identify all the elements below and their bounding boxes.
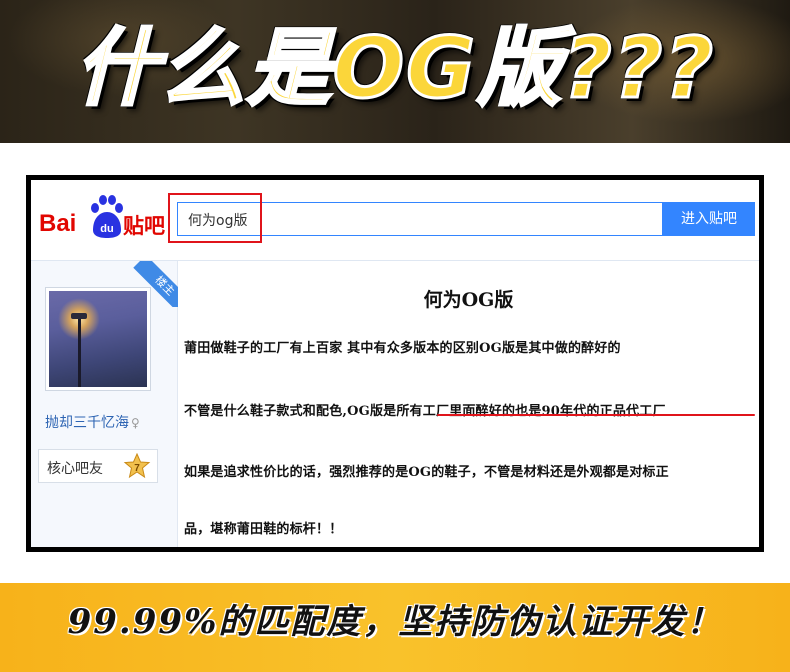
- tieba-header: Bai du 贴吧 何为og版 进入贴吧: [31, 180, 759, 261]
- baidu-tieba-logo[interactable]: Bai du 贴吧: [39, 194, 169, 244]
- logo-bai-text: Bai: [39, 210, 77, 237]
- lamp-pole-shape: [78, 317, 81, 387]
- member-badge[interactable]: 核心吧友 7: [38, 449, 158, 483]
- post-line-4: 品，堪称莆田鞋的标杆！！: [184, 522, 343, 537]
- post-line-1: 莆田做鞋子的工厂有上百家 其中有众多版本的区别OG版是其中做的醉好的: [184, 341, 621, 356]
- post-line-2: 不管是什么鞋子款式和配色,OG版是所有工厂里面醉好的也是90年代的正品代工厂: [184, 404, 666, 419]
- op-ribbon: 楼主: [132, 261, 178, 307]
- tieba-screenshot: Bai du 贴吧 何为og版 进入贴吧 抛却三千忆海 ♀ 核心吧友 7 楼主 …: [26, 175, 764, 552]
- search-highlight-box: [168, 193, 262, 243]
- badge-label: 核心吧友: [47, 461, 103, 477]
- post-content: 何为OG版 莆田做鞋子的工厂有上百家 其中有众多版本的区别OG版是其中做的醉好的…: [178, 261, 759, 547]
- logo-tieba-text: 贴吧: [123, 214, 165, 238]
- red-underline-mark: [437, 414, 755, 416]
- baidu-paw-icon: du: [91, 195, 123, 238]
- female-icon: ♀: [131, 416, 140, 430]
- lamp-head-shape: [71, 313, 87, 319]
- post-title: 何为OG版: [423, 289, 514, 311]
- logo-du-text: du: [100, 223, 113, 235]
- enter-tieba-button[interactable]: 进入贴吧: [663, 202, 755, 236]
- author-username-text: 抛却三千忆海: [45, 415, 129, 431]
- banner-title: 什么是OG版???: [73, 18, 716, 119]
- post-line-3: 如果是追求性价比的话，强烈推荐的是OG的鞋子，不管是材料还是外观都是对标正: [184, 465, 669, 480]
- bottom-banner: 99.99%的匹配度，坚持防伪认证开发！: [0, 583, 790, 672]
- op-ribbon-label: 楼主: [133, 261, 178, 307]
- author-username[interactable]: 抛却三千忆海 ♀: [45, 412, 140, 432]
- top-banner: 什么是OG版???: [0, 0, 790, 143]
- level-star-icon: 7: [123, 453, 151, 479]
- badge-level-number: 7: [134, 463, 140, 474]
- bottom-banner-text: 99.99%的匹配度，坚持防伪认证开发！: [67, 602, 723, 642]
